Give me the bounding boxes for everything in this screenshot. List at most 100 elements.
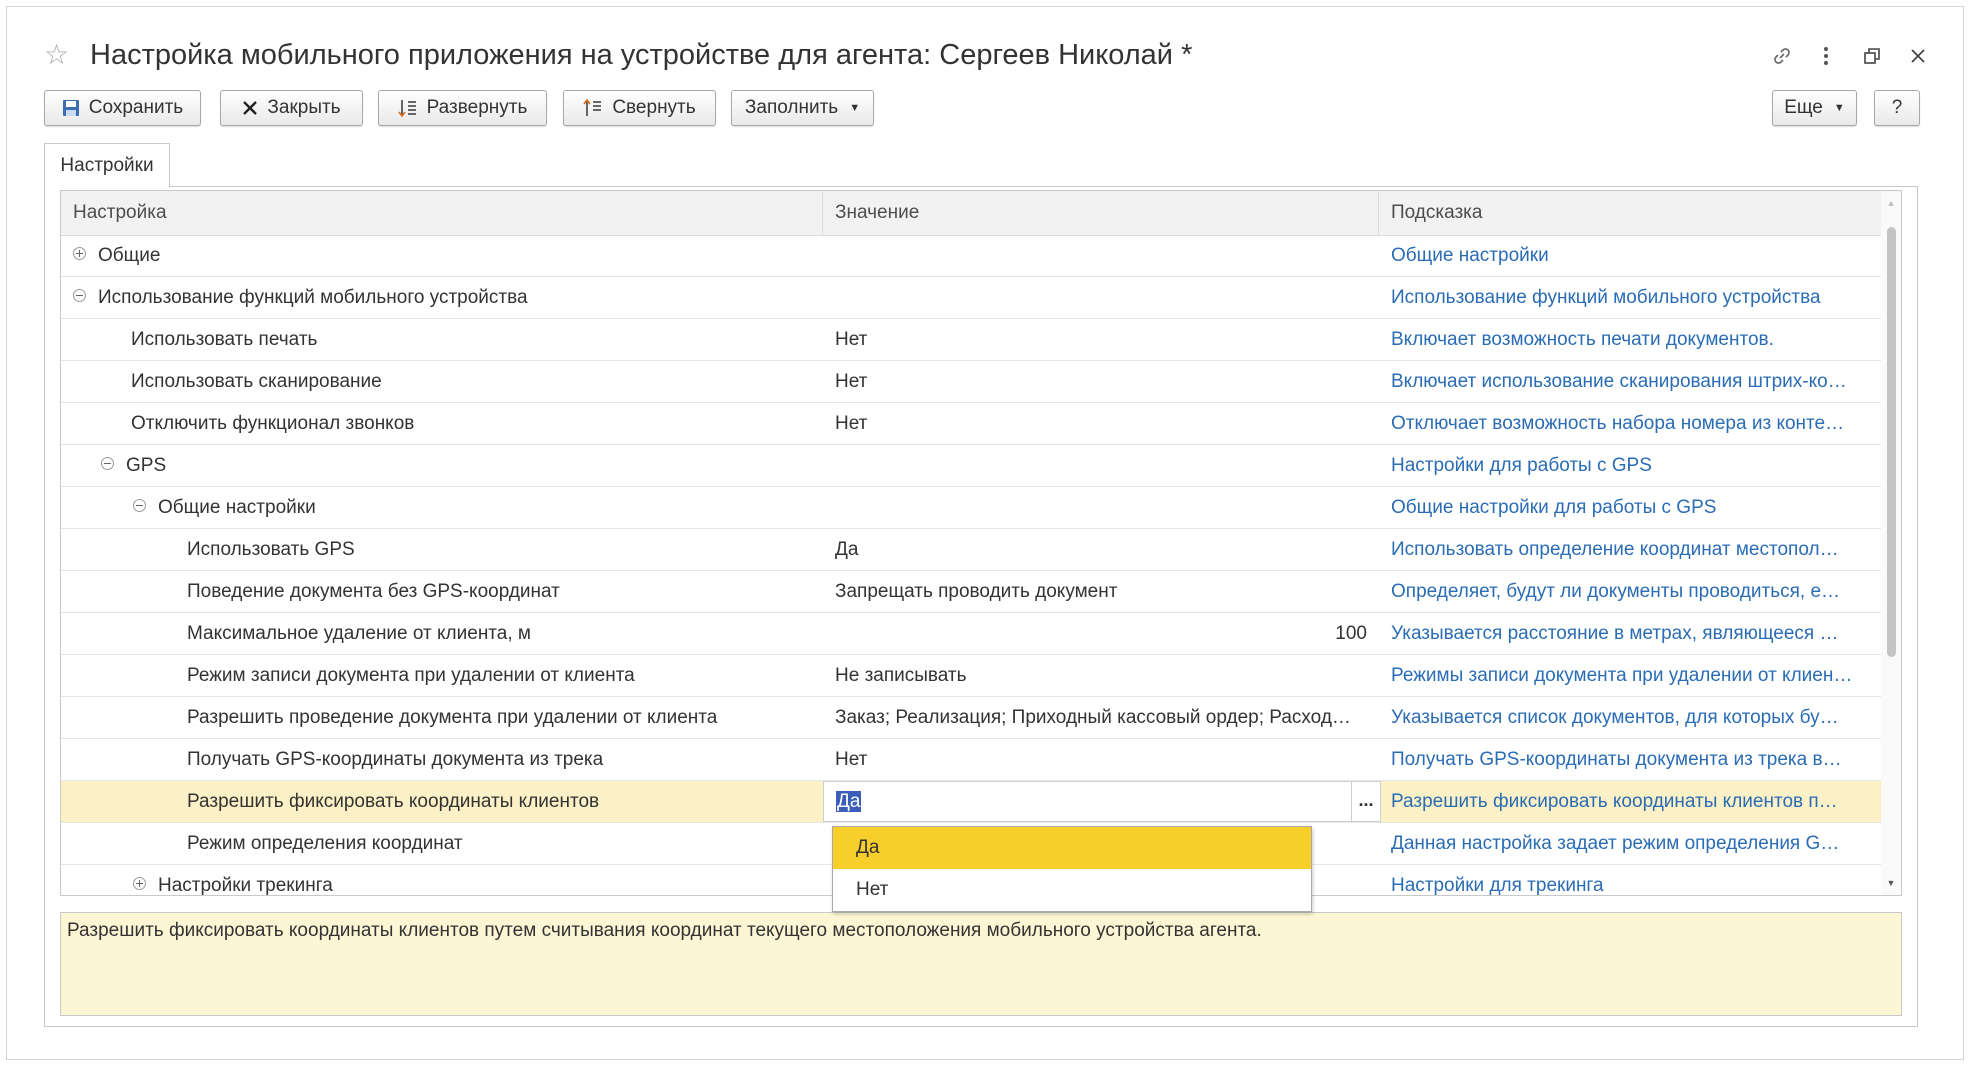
setting-value-cell[interactable] (823, 277, 1379, 318)
setting-name: Получать GPS-координаты документа из тре… (187, 749, 604, 770)
setting-name: Разрешить проведение документа при удале… (187, 707, 718, 728)
help-button[interactable]: ? (1874, 90, 1920, 126)
restore-window-icon[interactable] (1856, 40, 1888, 72)
table-row[interactable]: Режим записи документа при удалении от к… (61, 655, 1881, 697)
setting-value-cell[interactable] (823, 445, 1379, 486)
setting-hint-link[interactable]: Данная настройка задает режим определени… (1379, 823, 1881, 864)
setting-value-cell[interactable]: Нет (823, 319, 1379, 360)
setting-value-cell[interactable] (823, 487, 1379, 528)
expand-node-icon[interactable] (133, 877, 146, 891)
setting-hint-link[interactable]: Определяет, будут ли документы проводить… (1379, 571, 1881, 612)
setting-hint-link[interactable]: Разрешить фиксировать координаты клиенто… (1379, 781, 1881, 822)
save-button[interactable]: Сохранить (44, 90, 201, 126)
chevron-down-icon: ▼ (1833, 102, 1845, 114)
close-button[interactable]: Закрыть (220, 90, 363, 126)
ellipsis-select-button[interactable]: ... (1351, 781, 1381, 822)
setting-name: Максимальное удаление от клиента, м (187, 623, 531, 644)
table-row[interactable]: Общие Общие настройки (61, 235, 1881, 277)
table-row[interactable]: Отключить функционал звонков Нет Отключает… (61, 403, 1881, 445)
collapse-button[interactable]: Свернуть (563, 90, 716, 126)
collapse-node-icon[interactable] (101, 457, 114, 471)
table-row[interactable]: Максимальное удаление от клиента, м 100 Ук… (61, 613, 1881, 655)
setting-hint-link[interactable]: Общие настройки (1379, 235, 1881, 276)
setting-hint-link[interactable]: Указывается список документов, для котор… (1379, 697, 1881, 738)
close-window-icon[interactable] (1902, 40, 1934, 72)
setting-name-cell: Общие (61, 235, 823, 276)
selected-value-text: Да (836, 791, 862, 812)
expand-button-label: Развернуть (426, 97, 528, 118)
setting-name: Общие настройки (158, 497, 316, 518)
setting-value-cell[interactable]: 100 (823, 613, 1379, 654)
setting-hint-link[interactable]: Использование функций мобильного устройс… (1379, 277, 1881, 318)
scroll-up-icon[interactable]: ▲ (1881, 195, 1901, 211)
setting-value-cell[interactable]: Нет (823, 739, 1379, 780)
table-row[interactable]: Использовать GPS Да Использовать определен… (61, 529, 1881, 571)
table-row[interactable]: Использовать сканирование Нет Включает исп… (61, 361, 1881, 403)
column-header-value[interactable]: Значение (823, 191, 1379, 235)
setting-value-cell[interactable] (823, 235, 1379, 276)
expand-tree-icon (398, 98, 418, 118)
more-button-label: Еще (1784, 97, 1823, 118)
close-icon (242, 100, 258, 116)
setting-hint-link[interactable]: Общие настройки для работы с GPS (1379, 487, 1881, 528)
setting-hint-link[interactable]: Включает использование сканирования штри… (1379, 361, 1881, 402)
tab-settings-label: Настройки (60, 154, 154, 176)
fill-button[interactable]: Заполнить ▼ (731, 90, 874, 126)
scrollbar-thumb[interactable] (1887, 227, 1896, 657)
vertical-scrollbar[interactable]: ▲ ▼ (1881, 191, 1901, 895)
setting-name-cell: Разрешить проведение документа при удале… (61, 697, 823, 738)
fill-button-label: Заполнить (744, 97, 839, 118)
table-row[interactable]: Использование функций мобильного устройс… (61, 277, 1881, 319)
value-input[interactable]: Да (823, 781, 1363, 822)
setting-value-cell[interactable]: Нет (823, 403, 1379, 444)
setting-name: Общие (98, 245, 161, 266)
scroll-down-icon[interactable]: ▼ (1881, 875, 1901, 891)
setting-value-cell[interactable]: Заказ; Реализация; Приходный кассовый ор… (823, 697, 1379, 738)
settings-table: Настройка Значение Подсказка Общие Общие … (60, 190, 1902, 896)
collapse-node-icon[interactable] (73, 289, 86, 303)
setting-name-cell: Отключить функционал звонков (61, 403, 823, 444)
setting-name-cell: Режим записи документа при удалении от к… (61, 655, 823, 696)
link-icon[interactable] (1766, 40, 1798, 72)
dropdown-option[interactable]: Да (833, 827, 1311, 869)
collapse-node-icon[interactable] (133, 499, 146, 513)
setting-name: GPS (126, 455, 167, 476)
setting-name-cell: Получать GPS-координаты документа из тре… (61, 739, 823, 780)
column-header-hint[interactable]: Подсказка (1379, 191, 1881, 235)
setting-name: Поведение документа без GPS-координат (187, 581, 560, 602)
table-row[interactable]: Разрешить проведение документа при удале… (61, 697, 1881, 739)
column-header-setting[interactable]: Настройка (61, 191, 823, 235)
setting-hint-link[interactable]: Отключает возможность набора номера из к… (1379, 403, 1881, 444)
setting-hint-link[interactable]: Включает возможность печати документов. (1379, 319, 1881, 360)
more-actions-icon[interactable] (1810, 40, 1842, 72)
table-row[interactable]: Получать GPS-координаты документа из тре… (61, 739, 1881, 781)
setting-name-cell: Использовать GPS (61, 529, 823, 570)
setting-hint-link[interactable]: Использовать определение координат место… (1379, 529, 1881, 570)
table-row[interactable]: Поведение документа без GPS-координат Зап… (61, 571, 1881, 613)
setting-hint-link[interactable]: Настройки для работы с GPS (1379, 445, 1881, 486)
setting-value-cell[interactable]: Да (823, 529, 1379, 570)
tab-settings[interactable]: Настройки (44, 143, 170, 187)
setting-hint-link[interactable]: Режимы записи документа при удалении от … (1379, 655, 1881, 696)
table-row[interactable]: Общие настройки Общие настройки для работ… (61, 487, 1881, 529)
setting-name: Режим записи документа при удалении от к… (187, 665, 635, 686)
table-row[interactable]: Использовать печать Нет Включает возможнос… (61, 319, 1881, 361)
setting-name-cell: Режим определения координат (61, 823, 823, 864)
setting-value-cell[interactable]: Не записывать (823, 655, 1379, 696)
hint-panel: Разрешить фиксировать координаты клиенто… (60, 912, 1902, 1016)
setting-hint-link[interactable]: Указывается расстояние в метрах, являюще… (1379, 613, 1881, 654)
dropdown-option[interactable]: Нет (833, 869, 1311, 911)
setting-value-cell[interactable]: Запрещать проводить документ (823, 571, 1379, 612)
expand-button[interactable]: Развернуть (378, 90, 547, 126)
table-row[interactable]: Разрешить фиксировать координаты клиенто… (61, 781, 1881, 823)
setting-hint-link[interactable]: Настройки для трекинга (1379, 865, 1881, 895)
table-row[interactable]: GPS Настройки для работы с GPS (61, 445, 1881, 487)
favorite-star-icon[interactable]: ☆ (44, 40, 69, 70)
collapse-button-label: Свернуть (612, 97, 696, 118)
setting-name-cell: GPS (61, 445, 823, 486)
setting-value-cell[interactable]: Нет (823, 361, 1379, 402)
more-button[interactable]: Еще ▼ (1772, 90, 1857, 126)
setting-hint-link[interactable]: Получать GPS-координаты документа из тре… (1379, 739, 1881, 780)
expand-node-icon[interactable] (73, 247, 86, 261)
save-button-label: Сохранить (88, 97, 184, 118)
